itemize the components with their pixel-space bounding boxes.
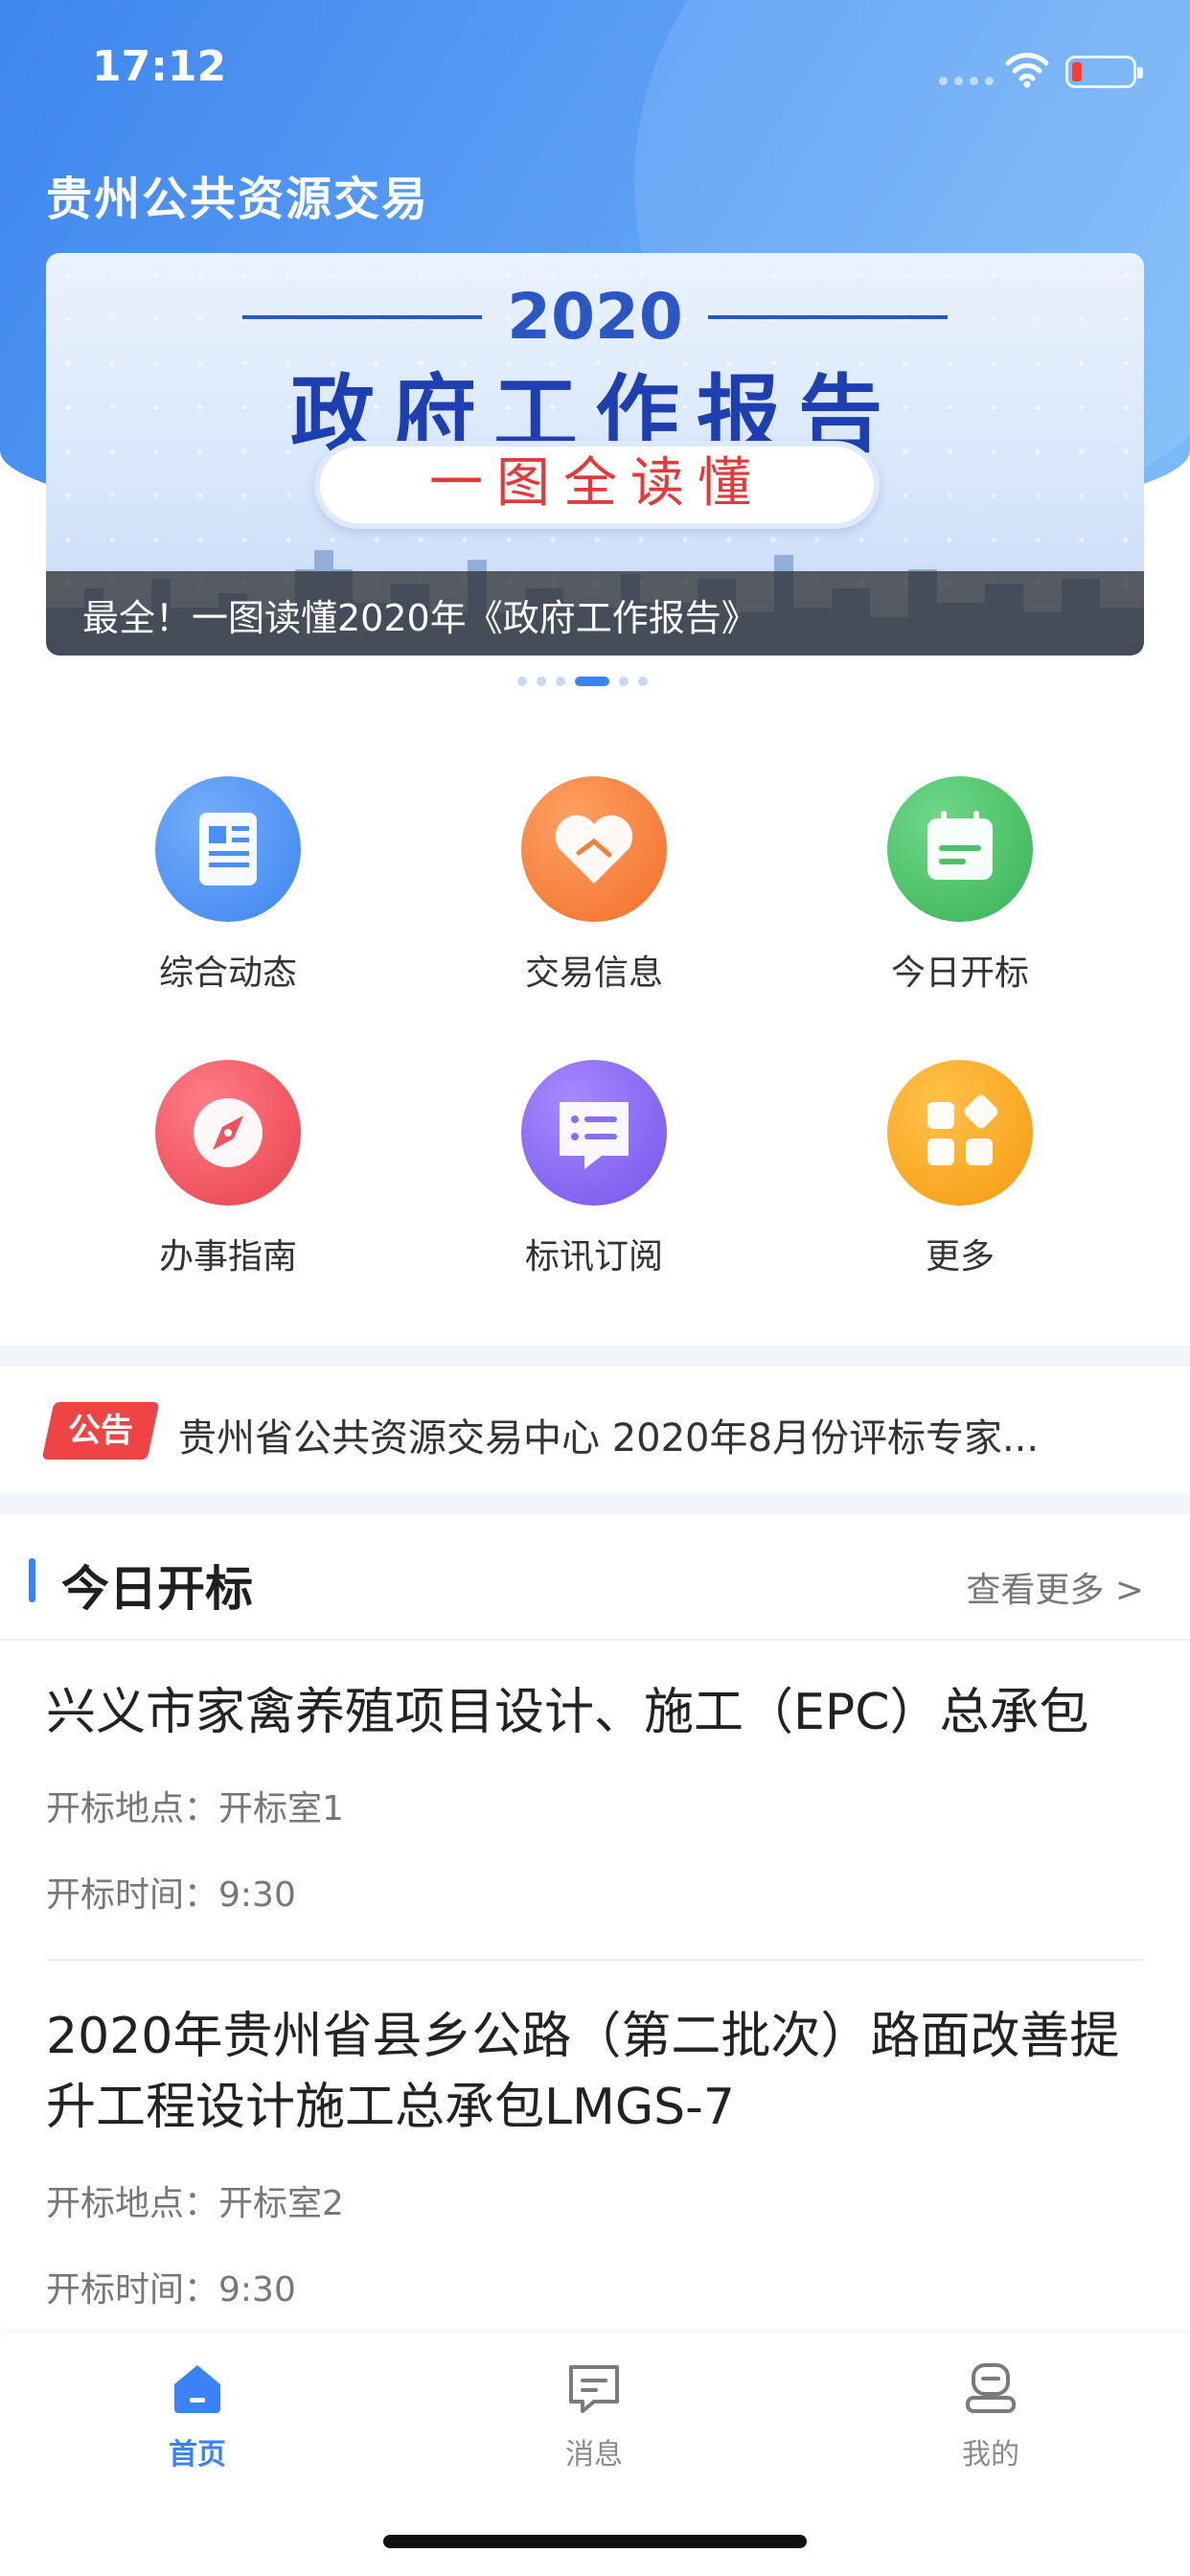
cellular-signal-icon: [939, 77, 994, 85]
notice-tag: 公告: [41, 1402, 160, 1460]
tab-profile[interactable]: 我的: [895, 2359, 1087, 2472]
status-time: 17:12: [92, 42, 227, 91]
home-indicator: [383, 2535, 807, 2548]
feature-label: 更多: [925, 1237, 995, 1276]
bid-time: 开标时间：9:30: [46, 1875, 296, 1915]
pager-dot: [638, 677, 648, 686]
feature-label: 办事指南: [158, 1237, 297, 1276]
home-icon: [174, 2365, 220, 2413]
news-icon: [155, 776, 301, 922]
wifi-icon: [1005, 53, 1049, 88]
feature-label: 综合动态: [158, 954, 297, 993]
handshake-heart-icon: [521, 776, 667, 922]
pager-dot: [556, 677, 565, 686]
message-list-icon: [521, 1060, 667, 1206]
section-accent-bar: [29, 1558, 35, 1602]
battery-icon: [1065, 56, 1143, 88]
pager-dot: [619, 677, 629, 686]
banner-year: 2020: [507, 280, 683, 354]
calendar-icon: [887, 776, 1033, 922]
bid-location: 开标地点：开标室2: [46, 2184, 344, 2223]
feature-grid: 综合动态 交易信息 今日开标 办事指南 标讯订阅 更多: [0, 776, 1190, 1278]
tab-label: 消息: [565, 2438, 623, 2472]
section-title: 今日开标: [61, 1561, 253, 1617]
profile-icon: [966, 2363, 1016, 2413]
tab-label: 我的: [962, 2438, 1019, 2472]
feature-label: 交易信息: [524, 954, 663, 993]
feature-more[interactable]: 更多: [816, 1060, 1104, 1278]
notice-text: 贵州省公共资源交易中心 2020年8月份评标专家...: [178, 1416, 1040, 1460]
tab-messages[interactable]: 消息: [498, 2359, 690, 2472]
tab-label: 首页: [169, 2438, 226, 2472]
compass-icon: [155, 1060, 301, 1206]
bid-title: 2020年贵州省县乡公路（第二批次）路面改善提升工程设计施工总承包LMGS-7: [46, 2008, 1120, 2136]
pager-dot-active: [575, 677, 609, 686]
feature-guide[interactable]: 办事指南: [84, 1060, 372, 1278]
apps-grid-icon: [887, 1060, 1033, 1206]
view-more-link[interactable]: 查看更多 >: [966, 1562, 1144, 1612]
bid-time: 开标时间：9:30: [46, 2270, 296, 2310]
feature-subscribe[interactable]: 标讯订阅: [450, 1060, 738, 1278]
feature-trade-info[interactable]: 交易信息: [450, 776, 738, 995]
list-divider: [46, 1959, 1144, 1961]
feature-today-bids[interactable]: 今日开标: [816, 776, 1104, 995]
section-header: 今日开标 查看更多 >: [0, 1516, 1190, 1641]
banner-subheading: 一图全读懂: [314, 441, 880, 529]
feature-label: 今日开标: [890, 954, 1029, 993]
pager-dot: [517, 677, 527, 686]
feature-news[interactable]: 综合动态: [84, 776, 372, 995]
app-title: 贵州公共资源交易: [46, 172, 430, 226]
bid-location: 开标地点：开标室1: [46, 1789, 344, 1828]
bid-item[interactable]: 兴义市家禽养殖项目设计、施工（EPC）总承包 开标地点：开标室1 开标时间：9:…: [46, 1677, 1144, 1917]
banner-caption: 最全！一图读懂2020年《政府工作报告》: [82, 597, 758, 639]
notice-bar[interactable]: 公告 贵州省公共资源交易中心 2020年8月份评标专家...: [0, 1368, 1190, 1493]
pager-dot: [537, 677, 546, 686]
feature-label: 标讯订阅: [524, 1237, 663, 1276]
banner-pager: [517, 677, 648, 686]
section-divider: [0, 1346, 1190, 1367]
tab-home[interactable]: 首页: [102, 2359, 293, 2472]
status-bar: 17:12: [0, 0, 1190, 134]
bid-title: 兴义市家禽养殖项目设计、施工（EPC）总承包: [46, 1684, 1089, 1741]
section-divider: [0, 1493, 1190, 1514]
banner-carousel[interactable]: 2020 政府工作报告 一图全读懂 最全！一图读懂2020年《政府工作报告》: [46, 253, 1144, 656]
bid-item[interactable]: 2020年贵州省县乡公路（第二批次）路面改善提升工程设计施工总承包LMGS-7 …: [46, 2001, 1144, 2312]
message-icon: [569, 2365, 619, 2413]
